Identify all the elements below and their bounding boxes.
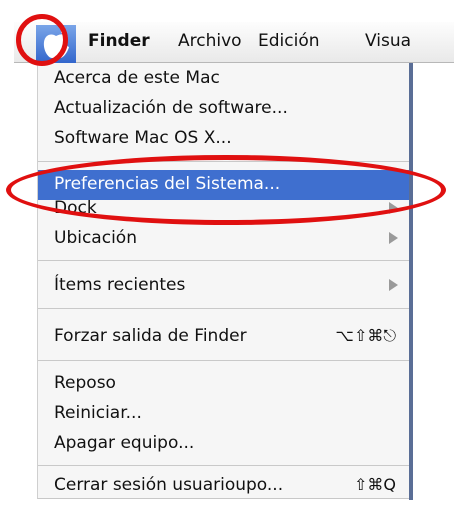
menu-item-software-update[interactable]: Actualización de software... bbox=[38, 94, 410, 124]
menu-item-restart[interactable]: Reiniciar... bbox=[38, 399, 410, 429]
submenu-arrow-icon bbox=[389, 279, 398, 291]
menu-separator bbox=[38, 308, 410, 309]
menu-item-shut-down[interactable]: Apagar equipo... bbox=[38, 429, 410, 459]
menu-separator bbox=[38, 465, 410, 466]
menubar-item-edicion[interactable]: Edición bbox=[258, 31, 320, 51]
menu-item-label: Apagar equipo... bbox=[54, 433, 195, 453]
menubar-item-archivo[interactable]: Archivo bbox=[178, 31, 242, 51]
menu-separator bbox=[38, 360, 410, 361]
menu-item-recent-items[interactable]: Ítems recientes bbox=[38, 271, 410, 301]
menu-item-label: Actualización de software... bbox=[54, 98, 288, 118]
log-out-shortcut: ⇧⌘Q bbox=[354, 475, 396, 494]
menu-item-label: Reiniciar... bbox=[54, 403, 142, 423]
menu-item-location[interactable]: Ubicación bbox=[38, 224, 410, 254]
menu-separator bbox=[38, 260, 410, 261]
submenu-arrow-icon bbox=[389, 232, 398, 244]
menu-item-mac-os-x-software[interactable]: Software Mac OS X... bbox=[38, 124, 410, 154]
menu-item-label: Reposo bbox=[54, 373, 116, 393]
annotation-ellipse-preferences bbox=[6, 155, 446, 225]
menu-item-about-mac[interactable]: Acerca de este Mac bbox=[38, 64, 410, 94]
force-quit-shortcut: ⌥⇧⌘⎋ bbox=[335, 326, 397, 345]
menu-item-sleep[interactable]: Reposo bbox=[38, 369, 410, 399]
menu-item-label: Ítems recientes bbox=[54, 275, 186, 295]
menu-item-label: Acerca de este Mac bbox=[54, 68, 220, 88]
annotation-circle-apple bbox=[16, 14, 68, 66]
menu-item-label: Software Mac OS X... bbox=[54, 128, 232, 148]
menubar-item-finder[interactable]: Finder bbox=[88, 31, 150, 51]
menu-shadow-edge bbox=[409, 63, 413, 500]
menubar-item-visualizacion[interactable]: Visua bbox=[365, 31, 411, 51]
apple-menu-dropdown: Acerca de este Mac Actualización de soft… bbox=[37, 63, 410, 499]
menu-item-log-out[interactable]: Cerrar sesión usuarioupo... ⇧⌘Q bbox=[38, 471, 410, 501]
menu-item-force-quit[interactable]: Forzar salida de Finder ⌥⇧⌘⎋ bbox=[38, 322, 410, 352]
menu-item-label: Ubicación bbox=[54, 228, 137, 248]
menu-item-label: Forzar salida de Finder bbox=[54, 326, 247, 346]
menu-item-label: Cerrar sesión usuarioupo... bbox=[54, 475, 284, 495]
